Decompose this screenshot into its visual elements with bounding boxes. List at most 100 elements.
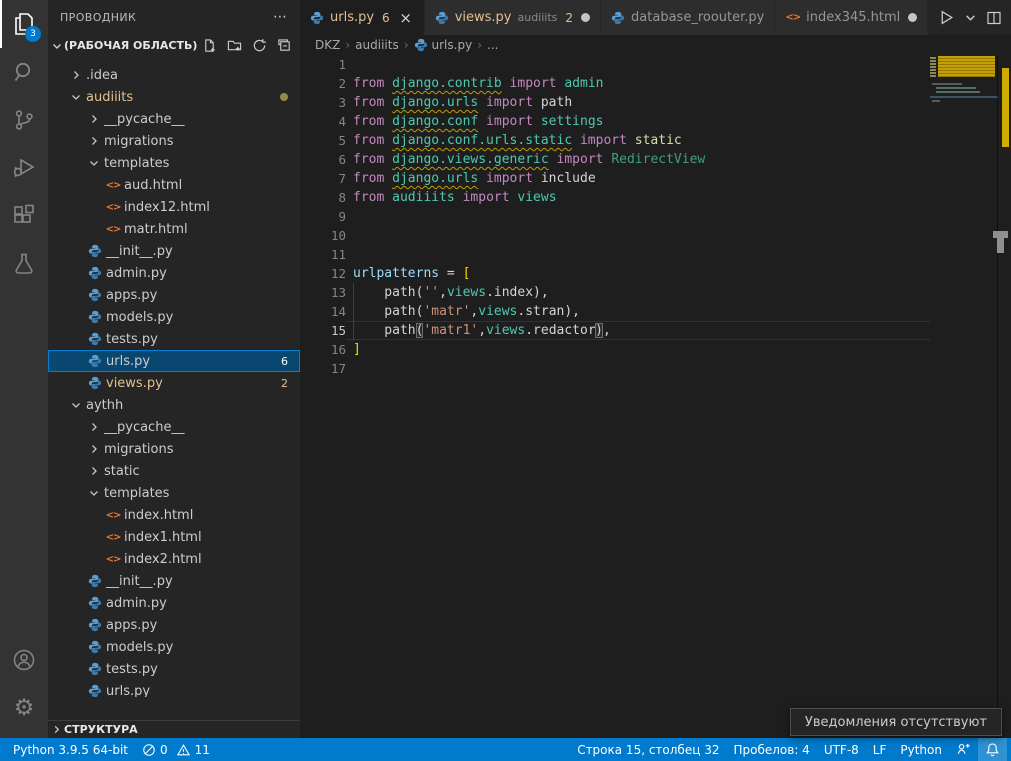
tree-item-templates[interactable]: templates: [48, 482, 300, 504]
status-cursor-position[interactable]: Строка 15, столбец 32: [570, 738, 726, 761]
tree-item-admin.py[interactable]: admin.py: [48, 262, 300, 284]
tab-views.py[interactable]: views.pyaudiiits2: [425, 0, 600, 35]
tree-item-views.py[interactable]: views.py2: [48, 372, 300, 394]
line-number: 5: [300, 131, 346, 150]
tab-urls.py[interactable]: urls.py6×: [300, 0, 424, 35]
code-line: 13 path('',views.index),: [300, 283, 1011, 302]
new-folder-icon[interactable]: [226, 38, 242, 54]
python-icon: [414, 38, 428, 52]
status-notifications-bell[interactable]: [978, 738, 1007, 761]
tree-item-audiiits[interactable]: audiiits: [48, 86, 300, 108]
status-python-interpreter[interactable]: Python 3.9.5 64-bit: [6, 738, 135, 761]
tree-item-models.py[interactable]: models.py: [48, 306, 300, 328]
tree-item-static[interactable]: static: [48, 460, 300, 482]
activity-run-debug[interactable]: [0, 144, 48, 192]
breadcrumb-item-audiiits[interactable]: audiiits: [355, 38, 399, 52]
tab-database_roouter.py[interactable]: database_roouter.py: [601, 0, 774, 35]
tree-item-index2.html[interactable]: <>index2.html: [48, 548, 300, 570]
search-icon: [11, 59, 37, 85]
tree-item-__init__.py[interactable]: __init__.py: [48, 240, 300, 262]
tree-item-__init__.py[interactable]: __init__.py: [48, 570, 300, 592]
activity-explorer[interactable]: 3: [0, 0, 48, 48]
close-icon[interactable]: ×: [398, 9, 414, 27]
sidebar-more-actions[interactable]: ⋯: [273, 9, 288, 25]
line-number: 12: [300, 264, 346, 283]
python-file-icon: [86, 354, 104, 368]
tree-item-apps.py[interactable]: apps.py: [48, 284, 300, 306]
run-dropdown-chevron-icon[interactable]: [965, 12, 976, 23]
tree-item-urls.py[interactable]: urls.py6: [48, 350, 300, 372]
tree-item-aythh[interactable]: aythh: [48, 394, 300, 416]
code-editor[interactable]: 12from django.contrib import admin3from …: [300, 55, 1011, 738]
activity-settings[interactable]: ⚙: [0, 684, 48, 732]
split-editor-icon[interactable]: [986, 10, 1002, 26]
python-file-icon: [86, 574, 104, 588]
tree-item-aud.html[interactable]: <>aud.html: [48, 174, 300, 196]
breadcrumb-item-DKZ[interactable]: DKZ: [315, 38, 340, 52]
python-file-icon: [86, 310, 104, 324]
tree-item-index.html[interactable]: <>index.html: [48, 504, 300, 526]
status-problems[interactable]: 0 11: [135, 738, 217, 761]
status-encoding[interactable]: UTF-8: [817, 738, 866, 761]
tree-item-apps.py[interactable]: apps.py: [48, 614, 300, 636]
explorer-badge: 3: [25, 26, 41, 42]
tab-index345.html[interactable]: <>index345.html: [775, 0, 927, 35]
activity-testing[interactable]: [0, 240, 48, 288]
status-eol[interactable]: LF: [866, 738, 894, 761]
html-file-icon: <>: [104, 554, 122, 565]
tree-item-migrations[interactable]: migrations: [48, 438, 300, 460]
warning-count: 11: [195, 743, 210, 757]
breadcrumb-item-urls.py[interactable]: urls.py: [414, 38, 473, 52]
status-feedback[interactable]: [949, 738, 978, 761]
minimap[interactable]: [930, 55, 998, 185]
dirty-indicator[interactable]: [908, 13, 917, 22]
chevron-right-icon: [86, 422, 102, 432]
python-file-icon: [86, 684, 104, 697]
tree-item-admin.py[interactable]: admin.py: [48, 592, 300, 614]
tree-item-tests.py[interactable]: tests.py: [48, 658, 300, 680]
tree-item-models.py[interactable]: models.py: [48, 636, 300, 658]
status-language-mode[interactable]: Python: [893, 738, 949, 761]
overview-ruler-marker: [993, 231, 1008, 238]
line-number: 16: [300, 340, 346, 359]
tab-problems-badge: 6: [382, 11, 390, 25]
html-file-icon: <>: [104, 180, 122, 191]
tree-item-tests.py[interactable]: tests.py: [48, 328, 300, 350]
tree-item-__pycache__[interactable]: __pycache__: [48, 108, 300, 130]
vscode-window: 3: [0, 0, 1011, 761]
tree-item-templates[interactable]: templates: [48, 152, 300, 174]
file-tree: DKZ.ideaaudiiits__pycache__migrationstem…: [48, 34, 300, 697]
outline-section-header[interactable]: СТРУКТУРА: [48, 720, 300, 737]
code-line: 9: [300, 207, 1011, 226]
code-line: 2from django.contrib import admin: [300, 74, 1011, 93]
overview-ruler-warning-mark: [1002, 68, 1009, 147]
tree-item-urls.py[interactable]: urls.py: [48, 680, 300, 697]
tree-item-.idea[interactable]: .idea: [48, 64, 300, 86]
breadcrumb-item-...[interactable]: ...: [487, 38, 498, 52]
line-number: 15: [300, 321, 346, 340]
python-icon: [310, 11, 324, 25]
status-indentation[interactable]: Пробелов: 4: [726, 738, 816, 761]
editor-group: urls.py 6 × views.pyaudiiits2database_roout…: [300, 0, 1011, 738]
code-line: 6from django.views.generic import Redire…: [300, 150, 1011, 169]
tree-item-migrations[interactable]: migrations: [48, 130, 300, 152]
activity-extensions[interactable]: [0, 192, 48, 240]
tree-item-__pycache__[interactable]: __pycache__: [48, 416, 300, 438]
line-number: 14: [300, 302, 346, 321]
tree-item-matr.html[interactable]: <>matr.html: [48, 218, 300, 240]
activity-bar: 3: [0, 0, 48, 738]
new-file-icon[interactable]: [201, 38, 217, 54]
line-number: 6: [300, 150, 346, 169]
tree-item-index12.html[interactable]: <>index12.html: [48, 196, 300, 218]
activity-source-control[interactable]: [0, 96, 48, 144]
dirty-indicator[interactable]: [581, 13, 590, 22]
workspace-section-header[interactable]: (РАБОЧАЯ ОБЛАСТЬ) ...: [48, 34, 300, 57]
code-line: 8from audiiits import views: [300, 188, 1011, 207]
collapse-all-icon[interactable]: [276, 38, 292, 54]
activity-accounts[interactable]: [0, 636, 48, 684]
activity-search[interactable]: [0, 48, 48, 96]
run-python-file-icon[interactable]: [938, 9, 955, 26]
tree-item-index1.html[interactable]: <>index1.html: [48, 526, 300, 548]
refresh-icon[interactable]: [251, 38, 267, 54]
explorer-sidebar: ПРОВОДНИК ⋯ (РАБОЧАЯ ОБЛАСТЬ) ...: [48, 0, 300, 738]
